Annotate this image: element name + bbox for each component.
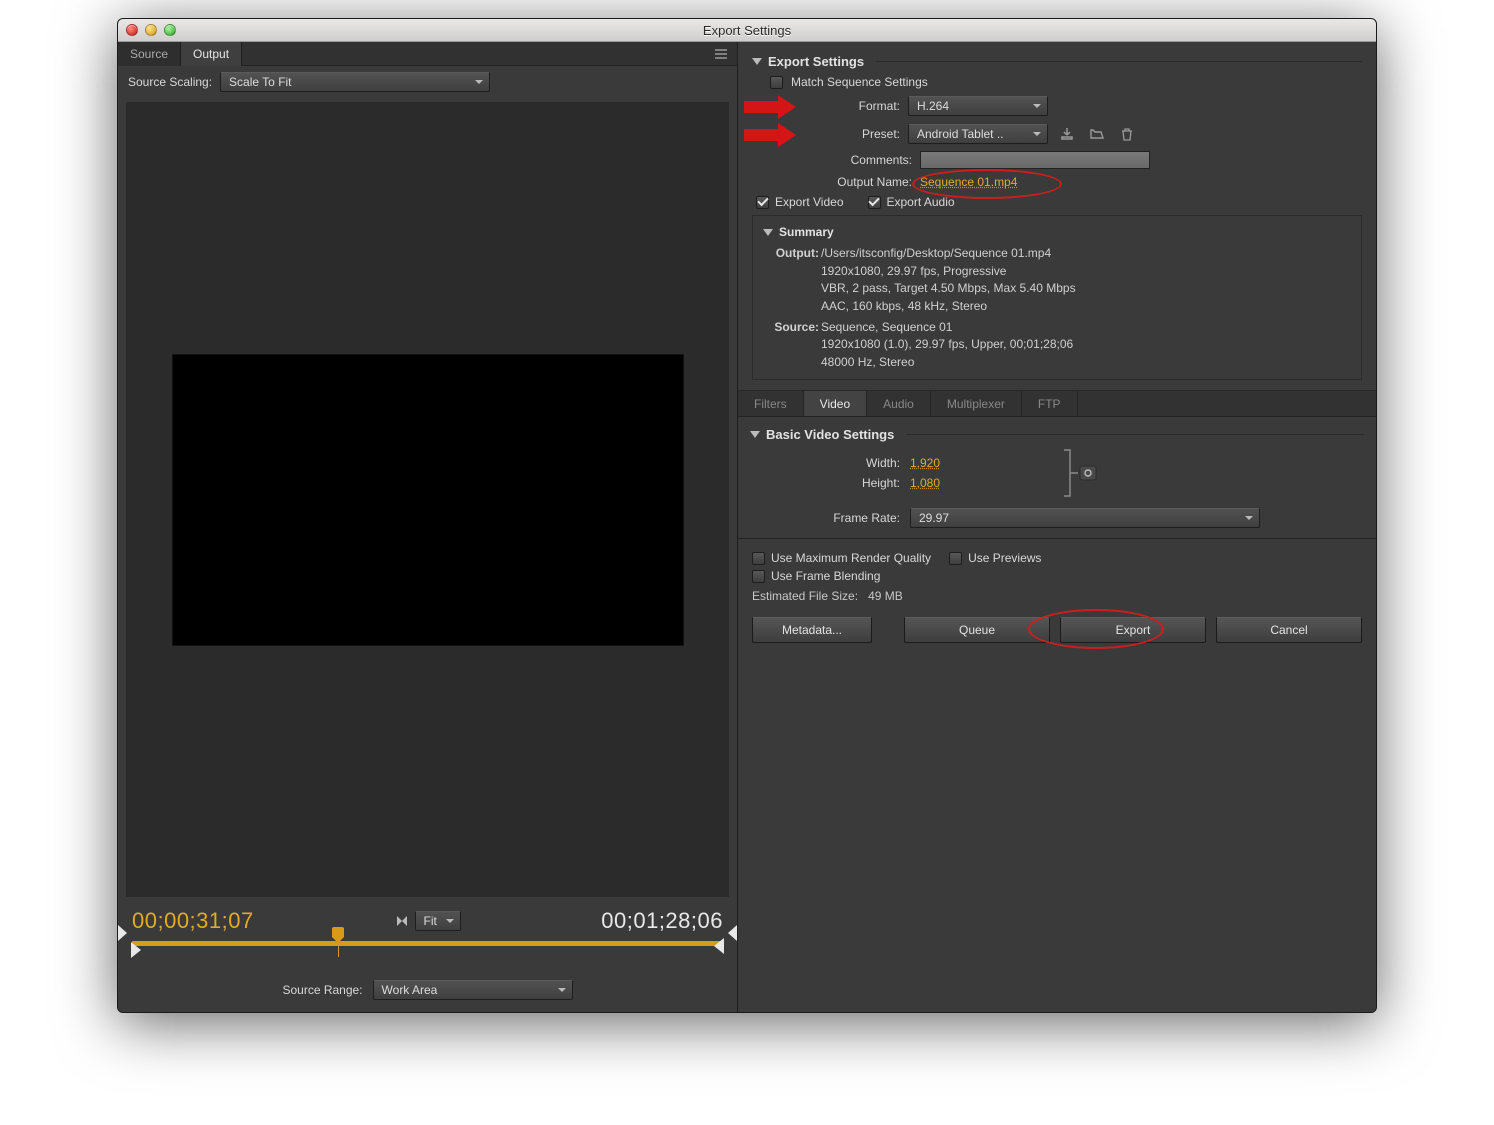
subtab-ftp[interactable]: FTP [1022,391,1078,416]
use-previews-label: Use Previews [968,551,1041,565]
footer-options: Use Maximum Render Quality Use Previews … [738,538,1376,607]
frame-rate-label: Frame Rate: [750,511,900,525]
summary-output-line2: 1920x1080, 29.97 fps, Progressive [821,263,1351,280]
annotation-arrow-icon [752,95,796,117]
comments-input[interactable] [920,151,1150,169]
summary-source-line3: 48000 Hz, Stereo [821,354,1351,371]
frame-rate-dropdown[interactable]: 29.97 [910,508,1260,528]
titlebar: Export Settings [118,19,1376,42]
out-point-handle[interactable] [714,938,724,954]
output-name-link[interactable]: Sequence 01.mp4 [920,175,1017,189]
save-preset-icon[interactable] [1056,125,1078,143]
match-sequence-checkbox[interactable] [770,76,783,89]
format-dropdown[interactable]: H.264 [908,96,1048,116]
subtab-filters[interactable]: Filters [738,391,804,416]
summary-box: Summary Output: /Users/itsconfig/Desktop… [752,215,1362,380]
height-label: Height: [750,476,900,490]
summary-output-label: Output: [763,245,821,315]
format-label: Format: [804,99,900,113]
subtab-video[interactable]: Video [804,391,867,416]
export-settings-window: Export Settings Source Output Source Sca… [117,18,1377,1013]
settings-panel: Export Settings Match Sequence Settings … [738,42,1376,1012]
tab-output[interactable]: Output [181,42,242,66]
estimated-size-label: Estimated File Size: [752,589,858,603]
export-video-label: Export Video [775,195,844,209]
preview-area [126,102,729,897]
summary-source-label: Source: [763,319,821,371]
settings-subtabs: Filters Video Audio Multiplexer FTP [738,391,1376,417]
basic-video-header[interactable]: Basic Video Settings [750,427,1364,442]
import-preset-icon[interactable] [1086,125,1108,143]
frame-blending-checkbox[interactable] [752,570,765,583]
max-render-checkbox[interactable] [752,552,765,565]
source-scaling-dropdown[interactable]: Scale To Fit [220,72,490,92]
tab-source[interactable]: Source [118,42,181,66]
summary-header[interactable]: Summary [763,224,1351,241]
link-dimensions-icon[interactable] [1060,448,1100,498]
source-range-dropdown[interactable]: Work Area [373,980,573,1000]
output-name-label: Output Name: [752,175,912,189]
source-range-label: Source Range: [282,983,362,997]
window-title: Export Settings [118,23,1376,38]
estimated-size-value: 49 MB [868,589,903,603]
width-label: Width: [750,456,900,470]
panel-menu-icon[interactable] [711,46,731,62]
subtab-audio[interactable]: Audio [867,391,931,416]
summary-output-path: /Users/itsconfig/Desktop/Sequence 01.mp4 [821,245,1351,262]
width-value[interactable]: 1,920 [910,456,954,470]
in-point-handle[interactable] [131,942,141,958]
max-render-label: Use Maximum Render Quality [771,551,931,565]
export-video-checkbox[interactable] [756,196,769,209]
export-settings-header[interactable]: Export Settings [752,54,1362,69]
preset-dropdown[interactable]: Android Tablet .. [908,124,1048,144]
summary-output-line4: AAC, 160 kbps, 48 kHz, Stereo [821,298,1351,315]
timeline[interactable] [118,939,737,966]
summary-source-line1: Sequence, Sequence 01 [821,319,1351,336]
cancel-button[interactable]: Cancel [1216,617,1362,643]
annotation-arrow-icon [752,123,796,145]
summary-source-line2: 1920x1080 (1.0), 29.97 fps, Upper, 00;01… [821,336,1351,353]
queue-button[interactable]: Queue [904,617,1050,643]
window-close-button[interactable] [126,24,138,36]
window-minimize-button[interactable] [145,24,157,36]
video-settings-area: Basic Video Settings Width: 1,920 Height… [738,417,1376,538]
export-audio-checkbox[interactable] [868,196,881,209]
match-sequence-label: Match Sequence Settings [791,75,928,89]
export-button[interactable]: Export [1060,617,1206,643]
use-previews-checkbox[interactable] [949,552,962,565]
window-zoom-button[interactable] [164,24,176,36]
comments-label: Comments: [752,153,912,167]
source-scaling-label: Source Scaling: [128,75,212,89]
delete-preset-icon[interactable] [1116,125,1138,143]
subtab-multiplexer[interactable]: Multiplexer [931,391,1022,416]
video-preview[interactable] [173,355,683,645]
frame-blending-label: Use Frame Blending [771,569,880,583]
height-value[interactable]: 1,080 [910,476,954,490]
summary-output-line3: VBR, 2 pass, Target 4.50 Mbps, Max 5.40 … [821,280,1351,297]
preview-panel: Source Output Source Scaling: Scale To F… [118,42,738,1012]
export-audio-label: Export Audio [887,195,955,209]
metadata-button[interactable]: Metadata... [752,617,872,643]
preset-label: Preset: [804,127,900,141]
